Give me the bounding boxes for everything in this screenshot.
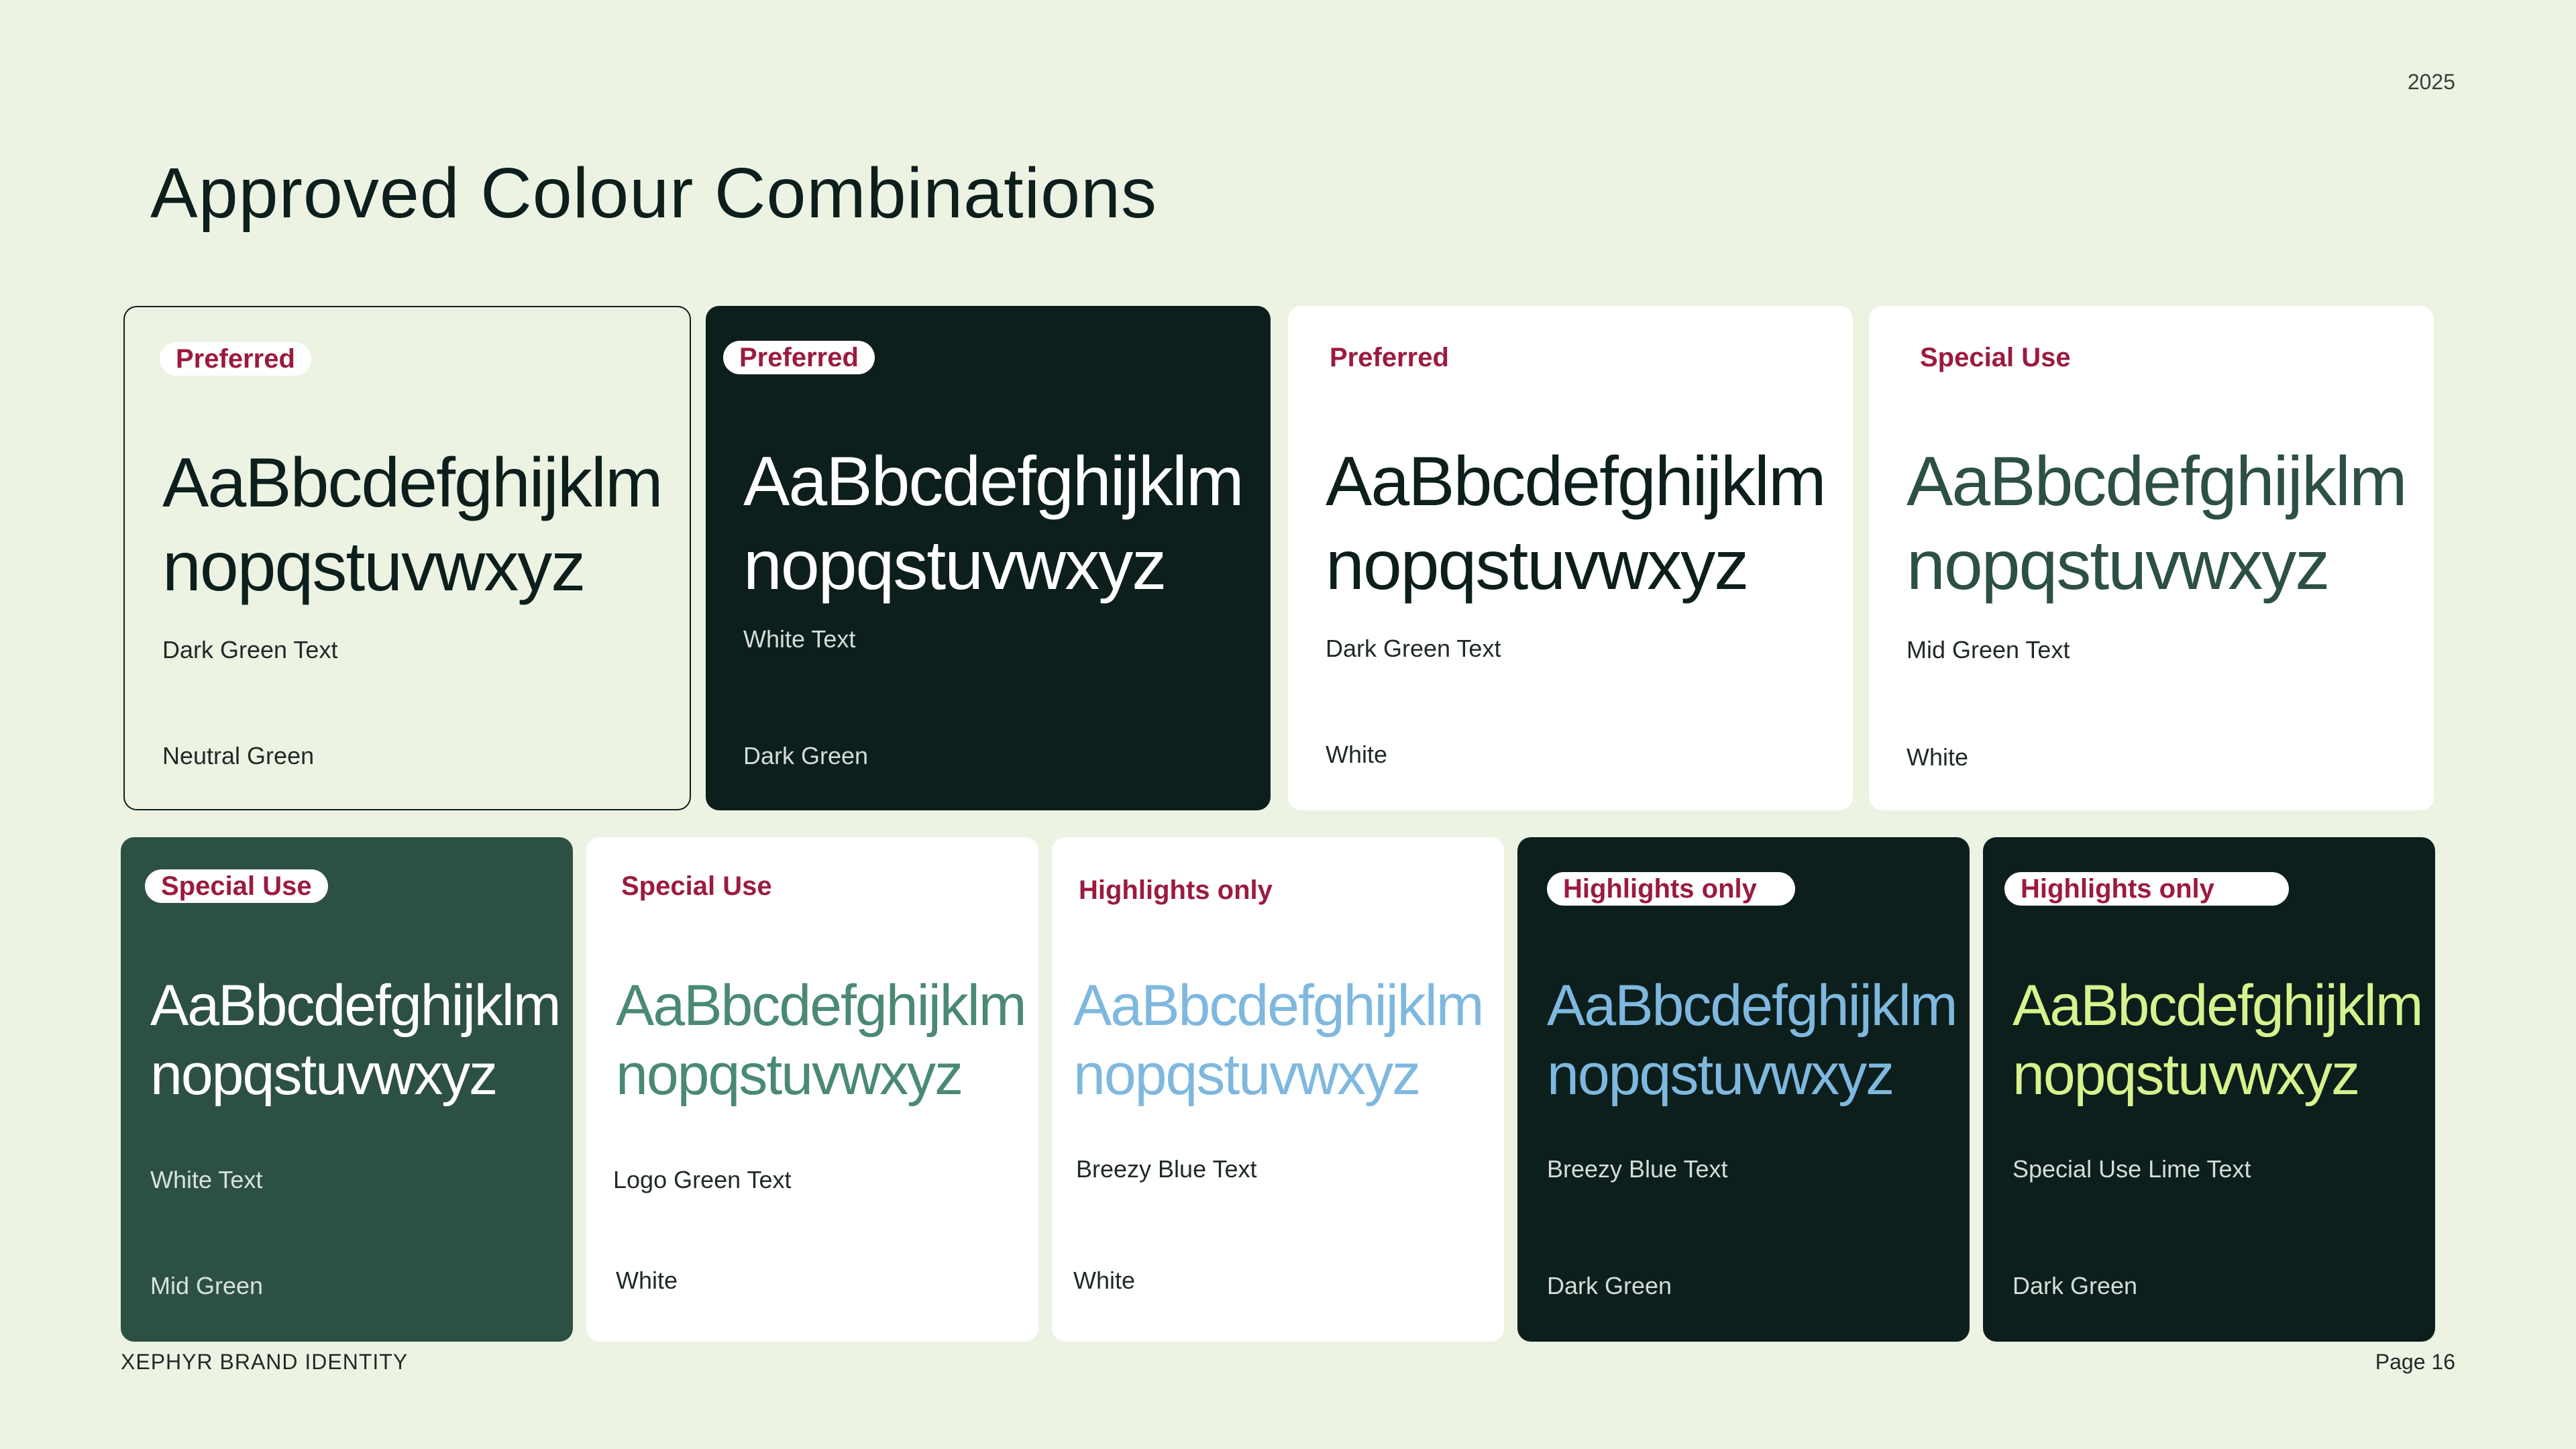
page-number: Page 16 <box>2375 1350 2455 1374</box>
sample-line-2: nopqstuvwxyz <box>743 526 1167 604</box>
sample-line-2: nopqstuvwxyz <box>1326 526 1749 604</box>
sample-line-2: nopqstuvwxyz <box>616 1042 963 1108</box>
color-card-dark-green: Preferred AaBbcdefghijklm nopqstuvwxyz W… <box>706 306 1271 810</box>
color-card-white-breezy-blue: Highlights only AaBbcdefghijklm nopqstuv… <box>1052 837 1504 1342</box>
badge-preferred: Preferred <box>723 341 875 374</box>
text-colour-label: Breezy Blue Text <box>1547 1155 1728 1183</box>
background-colour-label: White <box>1073 1267 1136 1294</box>
sample-line-1: AaBbcdefghijklm <box>1326 443 1827 521</box>
sample-line-2: nopqstuvwxyz <box>2012 1042 2360 1108</box>
text-colour-label: Dark Green Text <box>162 636 338 663</box>
sample-line-2: nopqstuvwxyz <box>150 1042 498 1108</box>
text-colour-label: Breezy Blue Text <box>1076 1155 1257 1183</box>
color-card-dark-green-breezy-blue: Highlights only AaBbcdefghijklm nopqstuv… <box>1517 837 1970 1342</box>
text-colour-label: White Text <box>150 1166 263 1193</box>
background-colour-label: Dark Green <box>1547 1272 1672 1299</box>
sample-line-1: AaBbcdefghijklm <box>1547 973 1958 1038</box>
type-sample: AaBbcdefghijklm nopqstuvwxyz <box>743 440 1244 608</box>
color-card-white-mid-green: Special Use AaBbcdefghijklm nopqstuvwxyz… <box>1869 306 2434 810</box>
background-colour-label: Mid Green <box>150 1272 264 1299</box>
color-card-dark-green-lime: Highlights only AaBbcdefghijklm nopqstuv… <box>1983 837 2435 1342</box>
type-sample: AaBbcdefghijklm nopqstuvwxyz <box>150 971 561 1110</box>
type-sample: AaBbcdefghijklm nopqstuvwxyz <box>616 971 1027 1110</box>
badge-special-use: Special Use <box>145 869 328 903</box>
sample-line-2: nopqstuvwxyz <box>162 527 586 606</box>
sample-line-1: AaBbcdefghijklm <box>1073 973 1485 1038</box>
type-sample: AaBbcdefghijklm nopqstuvwxyz <box>162 441 663 609</box>
sample-line-1: AaBbcdefghijklm <box>2012 973 2424 1038</box>
sample-line-1: AaBbcdefghijklm <box>162 444 663 522</box>
color-card-white-logo-green: Special Use AaBbcdefghijklm nopqstuvwxyz… <box>586 837 1038 1342</box>
color-card-mid-green: Special Use AaBbcdefghijklm nopqstuvwxyz… <box>121 837 573 1342</box>
badge-highlights-only: Highlights only <box>1547 872 1795 906</box>
color-card-neutral-green: Preferred AaBbcdefghijklm nopqstuvwxyz D… <box>123 306 691 810</box>
type-sample: AaBbcdefghijklm nopqstuvwxyz <box>1907 440 2408 608</box>
badge-special-use: Special Use <box>1920 343 2071 372</box>
type-sample: AaBbcdefghijklm nopqstuvwxyz <box>1073 971 1485 1110</box>
color-card-white: Preferred AaBbcdefghijklm nopqstuvwxyz D… <box>1288 306 1853 810</box>
type-sample: AaBbcdefghijklm nopqstuvwxyz <box>1547 971 1958 1110</box>
badge-preferred: Preferred <box>160 342 311 376</box>
sample-line-2: nopqstuvwxyz <box>1907 526 2330 604</box>
footer-brand: XEPHYR BRAND IDENTITY <box>121 1350 409 1374</box>
background-colour-label: White <box>616 1267 678 1294</box>
badge-highlights-only: Highlights only <box>1079 875 1273 905</box>
type-sample: AaBbcdefghijklm nopqstuvwxyz <box>1326 440 1827 608</box>
year-label: 2025 <box>2407 70 2455 94</box>
sample-line-2: nopqstuvwxyz <box>1547 1042 1894 1108</box>
sample-line-1: AaBbcdefghijklm <box>743 443 1244 521</box>
text-colour-label: White Text <box>743 625 856 653</box>
sample-line-1: AaBbcdefghijklm <box>1907 443 2408 521</box>
badge-special-use: Special Use <box>621 871 772 901</box>
type-sample: AaBbcdefghijklm nopqstuvwxyz <box>2012 971 2424 1110</box>
badge-highlights-only: Highlights only <box>2004 872 2289 906</box>
text-colour-label: Special Use Lime Text <box>2012 1155 2251 1183</box>
background-colour-label: White <box>1907 743 1969 771</box>
sample-line-2: nopqstuvwxyz <box>1073 1042 1421 1108</box>
background-colour-label: Neutral Green <box>162 742 315 769</box>
background-colour-label: White <box>1326 741 1388 768</box>
text-colour-label: Logo Green Text <box>613 1166 792 1193</box>
text-colour-label: Dark Green Text <box>1326 635 1501 662</box>
background-colour-label: Dark Green <box>743 742 869 769</box>
background-colour-label: Dark Green <box>2012 1272 2138 1299</box>
sample-line-1: AaBbcdefghijklm <box>150 973 561 1038</box>
sample-line-1: AaBbcdefghijklm <box>616 973 1027 1038</box>
badge-preferred: Preferred <box>1330 343 1449 372</box>
page-title: Approved Colour Combinations <box>150 154 1158 233</box>
text-colour-label: Mid Green Text <box>1907 636 2070 663</box>
